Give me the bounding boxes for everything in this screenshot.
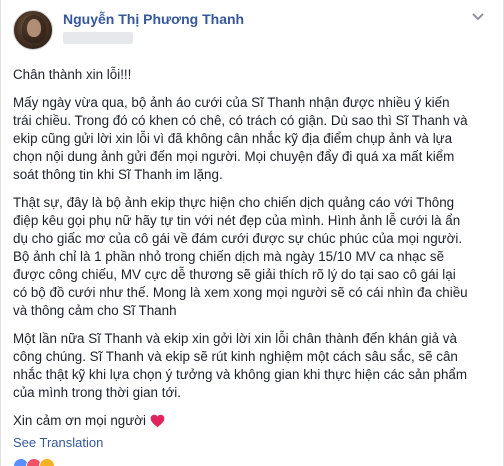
paragraph-line: Chân thành xin lỗi!!! <box>13 67 132 82</box>
wow-reaction-icon[interactable] <box>39 458 55 466</box>
paragraph-line: Thật sự, đây là bộ ảnh ekip thực hiện ch… <box>13 195 455 210</box>
see-translation-link[interactable]: See Translation <box>13 435 103 450</box>
closing-line: Xin cảm ơn mọi người <box>13 412 495 430</box>
reaction-icons[interactable] <box>13 458 55 466</box>
chevron-down-icon[interactable] <box>471 12 485 22</box>
facebook-post: Nguyễn Thị Phương Thanh Chân thành xin l… <box>0 0 504 466</box>
paragraph-line: công chúng. Sĩ Thanh và ekip sẽ rút kinh… <box>13 349 458 364</box>
paragraph-line: nhắc thật kỹ khi lựa chọn ý tưởng và khô… <box>13 367 468 382</box>
post-header: Nguyễn Thị Phương Thanh <box>13 10 491 56</box>
paragraph-line: dụ cho giấc mơ của cô gái về đám cưới đư… <box>13 231 463 246</box>
closing-text: Xin cảm ơn mọi người <box>13 413 146 428</box>
post-body: Chân thành xin lỗi!!! Mấy ngày vừa qua, b… <box>13 66 495 430</box>
heart-icon <box>150 414 165 428</box>
author-avatar[interactable] <box>13 10 53 50</box>
avatar-face <box>27 19 41 37</box>
paragraph-line: soát thông tin khi Sĩ Thanh im lặng. <box>13 167 223 182</box>
post-paragraph: Thật sự, đây là bộ ảnh ekip thực hiện ch… <box>13 194 495 320</box>
paragraph-line: Một lần nữa Sĩ Thanh và ekip xin gởi lời… <box>13 331 457 346</box>
post-paragraph: Mấy ngày vừa qua, bộ ảnh áo cưới của Sĩ … <box>13 94 495 184</box>
paragraph-line: của mình trong thời gian tới. <box>13 385 181 400</box>
paragraph-line: điệp kêu gọi phụ nữ hãy tự tin với nét đ… <box>13 213 461 228</box>
paragraph-line: Mấy ngày vừa qua, bộ ảnh áo cưới của Sĩ … <box>13 95 450 110</box>
paragraph-line: Bộ ảnh chỉ là 1 phần nhỏ trong chiến dịc… <box>13 249 445 264</box>
paragraph-line: chọn nội dung ảnh gửi đến mọi người. Mọi… <box>13 149 455 164</box>
author-name[interactable]: Nguyễn Thị Phương Thanh <box>63 11 244 27</box>
paragraph-line: được công chiếu, MV cực dễ thương sẽ giả… <box>13 267 456 282</box>
paragraph-line: và thông cảm cho Sĩ Thanh <box>13 303 177 318</box>
post-paragraph: Một lần nữa Sĩ Thanh và ekip xin gởi lời… <box>13 330 495 402</box>
paragraph-line: có bộ đồ cưới như thế. Mong là xem xong … <box>13 285 468 300</box>
post-timestamp-blurred <box>63 32 133 44</box>
paragraph-line: ekip cũng gửi lời xin lỗi vì đã không câ… <box>13 131 453 146</box>
post-paragraph: Chân thành xin lỗi!!! <box>13 66 495 84</box>
paragraph-line: trái chiều. Trong đó có khen có chê, có … <box>13 113 468 128</box>
